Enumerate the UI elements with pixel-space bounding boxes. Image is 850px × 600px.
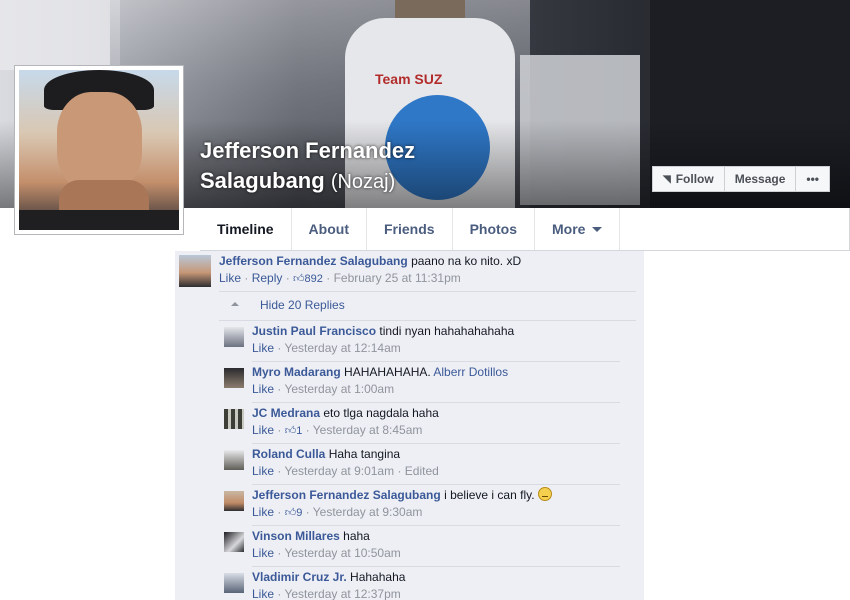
divider — [219, 291, 636, 292]
main-comment: Jefferson Fernandez Salagubang paano na … — [219, 254, 522, 285]
reply-avatar[interactable] — [224, 491, 244, 511]
hide-replies-toggle[interactable]: Hide 20 Replies — [219, 296, 636, 316]
cover-bg-left — [0, 0, 120, 70]
avatar-shirt — [19, 210, 179, 230]
message-button[interactable]: Message — [724, 166, 797, 192]
edited-label[interactable]: Edited — [405, 464, 439, 478]
reply-timestamp[interactable]: Yesterday at 1:00am — [284, 382, 394, 396]
tab-about[interactable]: About — [292, 208, 367, 250]
reply-avatar[interactable] — [224, 327, 244, 347]
reply-timestamp[interactable]: Yesterday at 12:14am — [284, 341, 400, 355]
reply-text: eto tlga nagdala haha — [323, 406, 439, 420]
profile-tab-bar: Timeline About Friends Photos More — [200, 208, 850, 251]
profile-name[interactable]: Jefferson Fernandez Salagubang (Nozaj) — [200, 136, 530, 197]
reply-avatar[interactable] — [224, 532, 244, 552]
follow-button[interactable]: ◥ Follow — [652, 166, 725, 192]
reply-item: Justin Paul Francisco tindi nyan hahahah… — [252, 324, 515, 355]
follow-label: Follow — [675, 172, 714, 186]
profile-picture[interactable] — [14, 65, 184, 235]
reply-item: Vinson Millares haha Like · Yesterday at… — [252, 529, 401, 560]
profile-name-line2: Salagubang — [200, 168, 325, 193]
profile-picture-image — [19, 70, 179, 230]
tab-photos[interactable]: Photos — [453, 208, 536, 250]
comment-timestamp[interactable]: February 25 at 11:31pm — [334, 271, 461, 285]
reply-author-link[interactable]: Roland Culla — [252, 447, 325, 461]
tab-more[interactable]: More — [535, 208, 621, 250]
avatar-face — [57, 92, 142, 192]
profile-name-line1: Jefferson Fernandez — [200, 138, 416, 163]
profile-actions: ◥ Follow Message ••• — [652, 166, 831, 192]
comment-reply-link[interactable]: Reply — [252, 271, 283, 285]
thumbs-up-icon: 👍︎ — [284, 425, 297, 437]
reply-avatar[interactable] — [224, 573, 244, 593]
like-count-value: 892 — [304, 273, 323, 285]
reply-text: i believe i can fly. — [444, 488, 535, 502]
reply-text: Hahahaha — [350, 570, 406, 584]
reply-item: Roland Culla Haha tangina Like · Yesterd… — [252, 447, 439, 478]
reply-avatar[interactable] — [224, 368, 244, 388]
alternate-name: (Nozaj) — [330, 171, 396, 193]
commenter-avatar[interactable] — [179, 255, 211, 287]
reply-timestamp[interactable]: Yesterday at 9:30am — [313, 505, 423, 519]
thumbs-up-icon: 👍︎ — [293, 273, 305, 285]
divider — [252, 566, 620, 567]
reply-like-link[interactable]: Like — [252, 382, 274, 396]
reply-like-link[interactable]: Like — [252, 587, 274, 600]
reply-like-link[interactable]: Like — [252, 546, 274, 560]
like-count-value: 9 — [296, 507, 303, 519]
like-count-value: 1 — [296, 425, 303, 437]
reply-author-link[interactable]: Vladimir Cruz Jr. — [252, 570, 347, 584]
like-count[interactable]: 👍︎9 — [285, 507, 303, 519]
reply-like-link[interactable]: Like — [252, 423, 274, 437]
reply-text: Haha tangina — [328, 447, 401, 461]
reply-timestamp[interactable]: Yesterday at 12:37pm — [284, 587, 400, 600]
reply-item: Vladimir Cruz Jr. Hahahaha Like · Yester… — [252, 570, 406, 600]
reply-author-link[interactable]: JC Medrana — [252, 406, 320, 420]
reply-item: Jefferson Fernandez Salagubang i believe… — [252, 487, 632, 522]
tab-timeline[interactable]: Timeline — [200, 208, 292, 250]
divider — [252, 525, 620, 526]
reply-author-link[interactable]: Justin Paul Francisco — [252, 324, 376, 338]
reply-timestamp[interactable]: Yesterday at 10:50am — [284, 546, 400, 560]
thumbs-up-icon: 👍︎ — [284, 507, 297, 519]
reply-author-link[interactable]: Myro Madarang — [252, 365, 341, 379]
comment-author-link[interactable]: Jefferson Fernandez Salagubang — [219, 254, 408, 268]
chevron-up-icon — [231, 302, 239, 306]
tab-more-label: More — [552, 221, 586, 237]
tab-friends[interactable]: Friends — [367, 208, 453, 250]
divider — [252, 443, 620, 444]
reply-author-link[interactable]: Vinson Millares — [252, 529, 340, 543]
divider — [219, 320, 636, 321]
divider — [252, 402, 620, 403]
like-count[interactable]: 👍︎892 — [293, 273, 323, 285]
smile-emoji-icon — [537, 487, 552, 501]
like-count[interactable]: 👍︎1 — [285, 425, 303, 437]
reply-text: HAHAHAHAHA. — [344, 365, 431, 379]
reply-author-link[interactable]: Jefferson Fernandez Salagubang — [252, 488, 441, 502]
comment-text: paano na ko nito. xD — [411, 254, 522, 268]
comment-thread: Jefferson Fernandez Salagubang paano na … — [175, 251, 644, 600]
reply-like-link[interactable]: Like — [252, 341, 274, 355]
reply-like-link[interactable]: Like — [252, 505, 274, 519]
reply-timestamp[interactable]: Yesterday at 9:01am — [284, 464, 394, 478]
divider — [252, 484, 620, 485]
mention-link[interactable]: Alberr Dotillos — [433, 365, 508, 379]
reply-avatar[interactable] — [224, 450, 244, 470]
reply-timestamp[interactable]: Yesterday at 8:45am — [313, 423, 423, 437]
cover-shirt-text: Team SUZ — [375, 71, 443, 87]
hide-replies-label: Hide 20 Replies — [260, 298, 345, 312]
divider — [252, 361, 620, 362]
reply-text: haha — [343, 529, 370, 543]
reply-item: Myro Madarang HAHAHAHAHA. Alberr Dotillo… — [252, 365, 509, 396]
reply-item: JC Medrana eto tlga nagdala haha Like · … — [252, 406, 439, 437]
reply-avatar[interactable] — [224, 409, 244, 429]
more-options-button[interactable]: ••• — [796, 166, 831, 192]
caret-down-icon — [592, 226, 603, 232]
rss-icon: ◥ — [663, 173, 671, 185]
reply-text: tindi nyan hahahahahaha — [379, 324, 515, 338]
reply-like-link[interactable]: Like — [252, 464, 274, 478]
comment-like-link[interactable]: Like — [219, 271, 241, 285]
